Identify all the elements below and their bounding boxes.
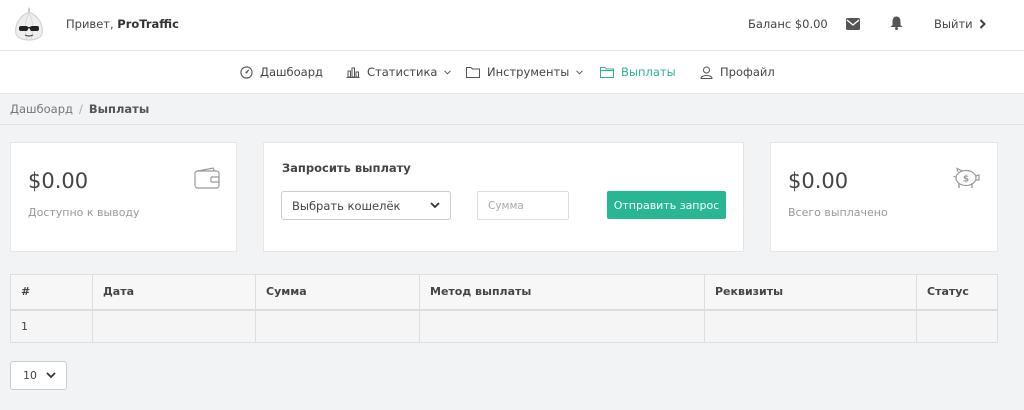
page-size-select[interactable]: 10 bbox=[10, 361, 67, 390]
nav-item-label: Дашбоард bbox=[260, 65, 323, 79]
nav-item-label: Инструменты bbox=[487, 65, 570, 79]
nav-item-label: Профайл bbox=[720, 65, 775, 79]
column-header-details[interactable]: Реквизиты bbox=[704, 274, 917, 311]
table-cell bbox=[704, 309, 917, 343]
table-cell bbox=[916, 309, 998, 343]
main-nav: Дашбоард Статистика Инструменты Выплаты bbox=[0, 51, 1024, 94]
chevron-down-icon bbox=[430, 202, 440, 209]
chevron-right-icon bbox=[979, 19, 986, 29]
folder-icon bbox=[600, 67, 614, 78]
table-row: 1 bbox=[10, 309, 998, 343]
breadcrumb-home[interactable]: Дашбоард bbox=[10, 102, 73, 116]
nav-item-tools[interactable]: Инструменты bbox=[466, 65, 584, 79]
table-cell bbox=[419, 309, 705, 343]
gauge-icon bbox=[240, 65, 253, 79]
total-paid-label: Всего выплачено bbox=[788, 206, 888, 219]
nav-item-dashboard[interactable]: Дашбоард bbox=[240, 65, 323, 79]
username: ProTraffic bbox=[117, 17, 179, 31]
garlic-logo-icon[interactable] bbox=[8, 4, 50, 46]
chevron-down-icon bbox=[576, 69, 584, 75]
wallet-select[interactable]: Выбрать кошелёк bbox=[281, 191, 451, 220]
table-cell bbox=[92, 309, 256, 343]
column-header-method[interactable]: Метод выплаты bbox=[419, 274, 705, 311]
payouts-table: # Дата Сумма Метод выплаты Реквизиты Ста… bbox=[10, 274, 998, 343]
table-header-row: # Дата Сумма Метод выплаты Реквизиты Ста… bbox=[10, 274, 998, 311]
nav-item-statistics[interactable]: Статистика bbox=[346, 65, 452, 79]
piggy-bank-icon: $ bbox=[953, 167, 980, 188]
nav-item-label: Выплаты bbox=[621, 65, 676, 79]
breadcrumb-divider bbox=[0, 124, 1024, 125]
wallet-select-value: Выбрать кошелёк bbox=[292, 198, 401, 213]
column-header-amount[interactable]: Сумма bbox=[255, 274, 420, 311]
nav-item-label: Статистика bbox=[367, 65, 438, 79]
total-paid-amount: $0.00 bbox=[788, 169, 849, 193]
available-card: $0.00 Доступно к выводу bbox=[10, 142, 237, 252]
bar-chart-icon bbox=[346, 67, 360, 78]
breadcrumb-current: Выплаты bbox=[88, 102, 150, 116]
greeting: Привет, ProTraffic bbox=[66, 17, 179, 31]
svg-text:$: $ bbox=[963, 175, 969, 185]
greeting-prefix: Привет, bbox=[66, 17, 118, 31]
table-cell bbox=[255, 309, 420, 343]
amount-input[interactable] bbox=[477, 191, 569, 220]
submit-request-button[interactable]: Отправить запрос bbox=[607, 191, 726, 219]
balance-label[interactable]: Баланс $0.00 bbox=[748, 17, 828, 31]
table-cell: 1 bbox=[10, 309, 93, 343]
available-label: Доступно к выводу bbox=[28, 206, 140, 219]
column-header-number[interactable]: # bbox=[10, 274, 93, 311]
request-payout-title: Запросить выплату bbox=[282, 161, 411, 175]
column-header-date[interactable]: Дата bbox=[92, 274, 256, 311]
user-icon bbox=[700, 66, 713, 79]
folder-icon bbox=[466, 67, 480, 78]
breadcrumb-separator: / bbox=[78, 102, 83, 116]
mail-icon[interactable] bbox=[846, 18, 860, 30]
bell-icon[interactable] bbox=[890, 16, 903, 30]
nav-item-profile[interactable]: Профайл bbox=[700, 65, 775, 79]
chevron-down-icon bbox=[46, 372, 56, 379]
column-header-status[interactable]: Статус bbox=[916, 274, 998, 311]
top-bar: Привет, ProTraffic Баланс $0.00 Выйти bbox=[0, 0, 1024, 51]
request-payout-card: Запросить выплату Выбрать кошелёк Отправ… bbox=[263, 142, 744, 252]
logout-label: Выйти bbox=[934, 17, 973, 31]
wallet-icon bbox=[194, 167, 220, 189]
page-size-value: 10 bbox=[23, 369, 37, 382]
logout-button[interactable]: Выйти bbox=[934, 17, 986, 31]
available-amount: $0.00 bbox=[28, 169, 89, 193]
nav-item-payouts[interactable]: Выплаты bbox=[600, 65, 676, 79]
breadcrumb: Дашбоард / Выплаты bbox=[10, 102, 149, 116]
chevron-down-icon bbox=[444, 69, 452, 75]
total-paid-card: $0.00 Всего выплачено $ bbox=[770, 142, 998, 252]
